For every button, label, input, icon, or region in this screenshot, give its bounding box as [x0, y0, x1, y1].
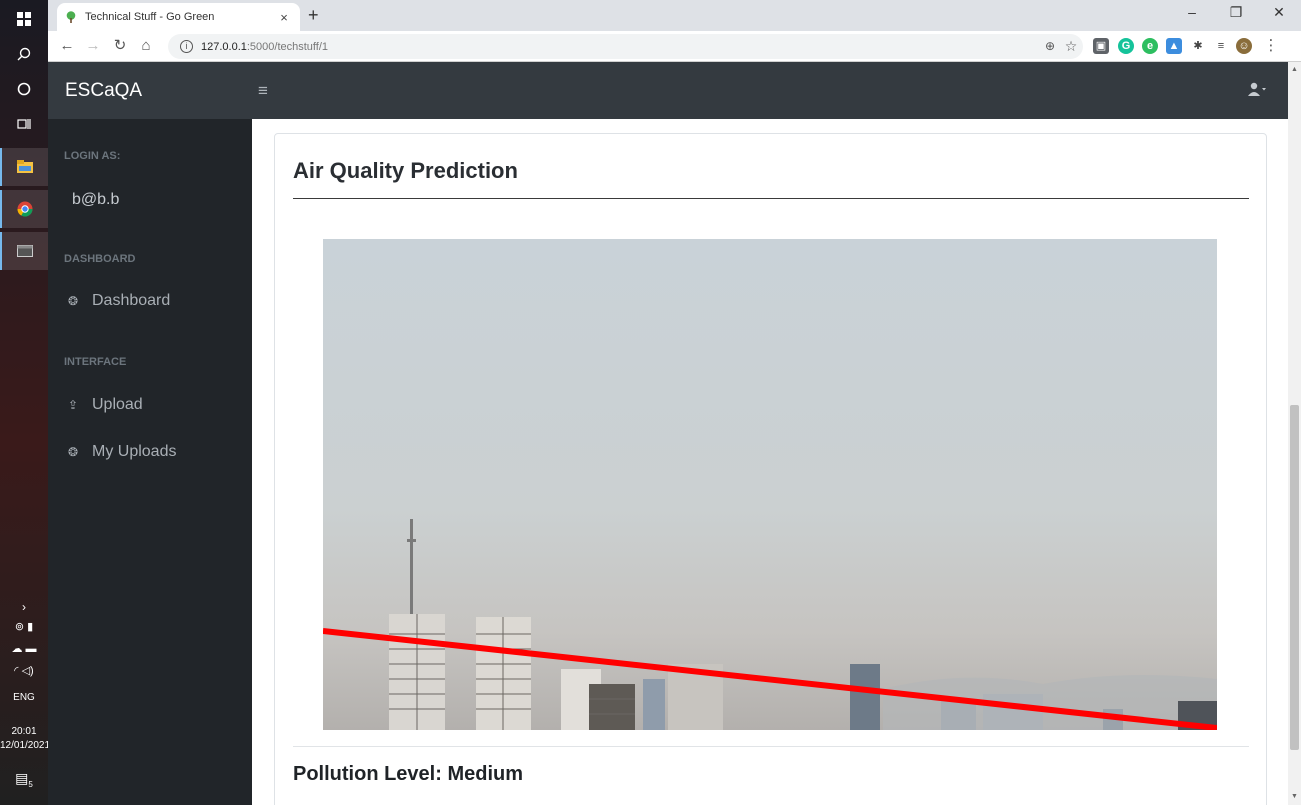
- upload-icon: ⇪: [68, 398, 79, 412]
- new-tab-button[interactable]: +: [308, 5, 319, 26]
- forward-arrow-icon[interactable]: →: [84, 37, 102, 55]
- tab-title: Technical Stuff - Go Green: [85, 11, 215, 23]
- windows-start-icon[interactable]: [0, 0, 48, 38]
- tray-mic-icon[interactable]: ⊚ ▮: [0, 620, 48, 633]
- site-info-icon[interactable]: i: [180, 40, 193, 53]
- user-icon: [1248, 82, 1266, 96]
- url-host: 127.0.0.1: [201, 40, 247, 53]
- sidebar-item-label: Upload: [92, 396, 143, 413]
- page-scrollbar[interactable]: ▲ ▼: [1288, 62, 1301, 805]
- tray-expand-icon[interactable]: ›: [0, 600, 48, 614]
- tachometer-icon: ❂: [68, 294, 79, 308]
- scroll-up-icon[interactable]: ▲: [1290, 66, 1299, 73]
- address-bar[interactable]: i 127.0.0.1:5000/techstuff/1: [168, 34, 1083, 59]
- evernote-icon[interactable]: e: [1142, 38, 1158, 54]
- tray-date[interactable]: 12/01/2021: [0, 740, 50, 751]
- scroll-down-icon[interactable]: ▼: [1290, 793, 1299, 800]
- extension-drive-icon[interactable]: ▲: [1166, 38, 1182, 54]
- brand-logo[interactable]: ESCaQA: [65, 80, 142, 102]
- pollution-level-result: Pollution Level: Medium: [293, 763, 524, 785]
- chrome-menu-icon[interactable]: ⋮: [1262, 37, 1280, 55]
- tab-close-icon[interactable]: ×: [276, 10, 292, 25]
- bookmark-star-icon[interactable]: ☆: [1062, 37, 1080, 55]
- zoom-icon[interactable]: ⊕: [1041, 37, 1059, 55]
- tachometer-icon: ❂: [68, 445, 79, 459]
- browser-toolbar: ← → ↻ ⌂ i 127.0.0.1:5000/techstuff/1 ⊕ ☆…: [48, 31, 1301, 62]
- sidebar-item-label: Dashboard: [92, 292, 171, 309]
- sidebar-heading-dashboard: DASHBOARD: [64, 253, 136, 265]
- uploaded-city-photo: [323, 239, 1217, 730]
- action-center-icon[interactable]: ▤5: [0, 770, 48, 789]
- tray-time[interactable]: 20:01: [0, 726, 48, 737]
- scrollbar-thumb[interactable]: [1290, 405, 1299, 750]
- page-title: Air Quality Prediction: [293, 158, 518, 183]
- logged-in-user: b@b.b: [72, 191, 120, 208]
- task-view-icon[interactable]: [0, 105, 48, 143]
- sidebar-heading-login: LOGIN AS:: [64, 150, 121, 162]
- file-explorer-icon[interactable]: [0, 148, 48, 186]
- url-path: :5000/techstuff/1: [246, 40, 329, 53]
- user-dropdown[interactable]: [1248, 82, 1266, 99]
- app-navbar: ESCaQA ≡: [48, 62, 1288, 119]
- sidebar-item-dashboard[interactable]: ❂ Dashboard: [68, 292, 170, 310]
- grammarly-icon[interactable]: G: [1118, 38, 1134, 54]
- close-window-button[interactable]: ✕: [1264, 4, 1294, 21]
- tray-wifi-volume-icon[interactable]: ◜ ◁): [0, 664, 48, 677]
- main-content: Air Quality Prediction Pollution Level: …: [252, 119, 1288, 805]
- app-window-icon[interactable]: [0, 232, 48, 270]
- maximize-button[interactable]: ❐: [1221, 4, 1251, 21]
- extension-1-icon[interactable]: ▣: [1093, 38, 1109, 54]
- cortana-icon[interactable]: [0, 70, 48, 108]
- search-icon[interactable]: [0, 35, 48, 73]
- tray-language[interactable]: ENG: [0, 692, 48, 703]
- sidebar-heading-interface: INTERFACE: [64, 356, 127, 368]
- browser-tabstrip: Technical Stuff - Go Green × + – ❐ ✕: [48, 0, 1301, 31]
- reload-icon[interactable]: ↻: [111, 37, 129, 55]
- browser-tab[interactable]: Technical Stuff - Go Green ×: [57, 3, 300, 31]
- result-divider: [293, 746, 1249, 747]
- tray-cloud-battery-icon[interactable]: ☁ ▬: [0, 642, 48, 655]
- home-icon[interactable]: ⌂: [137, 37, 155, 55]
- back-arrow-icon[interactable]: ←: [58, 37, 76, 55]
- windows-taskbar: › ⊚ ▮ ☁ ▬ ◜ ◁) ENG 20:01 12/01/2021 ▤5: [0, 0, 50, 805]
- tree-favicon-icon: [65, 11, 77, 23]
- notification-count: 5: [28, 779, 33, 789]
- chrome-taskbar-icon[interactable]: [0, 190, 48, 228]
- reading-list-icon[interactable]: ≡: [1213, 38, 1229, 54]
- minimize-button[interactable]: –: [1177, 4, 1207, 20]
- sidebar: LOGIN AS: b@b.b DASHBOARD ❂ Dashboard IN…: [48, 119, 252, 805]
- title-divider: [293, 198, 1249, 199]
- sidebar-item-upload[interactable]: ⇪ Upload: [68, 396, 143, 414]
- city-skyline-image: [323, 239, 1217, 730]
- extensions-puzzle-icon[interactable]: ✱: [1190, 38, 1206, 54]
- sidebar-toggle-icon[interactable]: ≡: [258, 81, 268, 101]
- prediction-card: Air Quality Prediction Pollution Level: …: [274, 133, 1267, 805]
- sidebar-item-my-uploads[interactable]: ❂ My Uploads: [68, 443, 176, 461]
- profile-avatar[interactable]: ☺: [1236, 38, 1252, 54]
- sidebar-item-label: My Uploads: [92, 443, 177, 460]
